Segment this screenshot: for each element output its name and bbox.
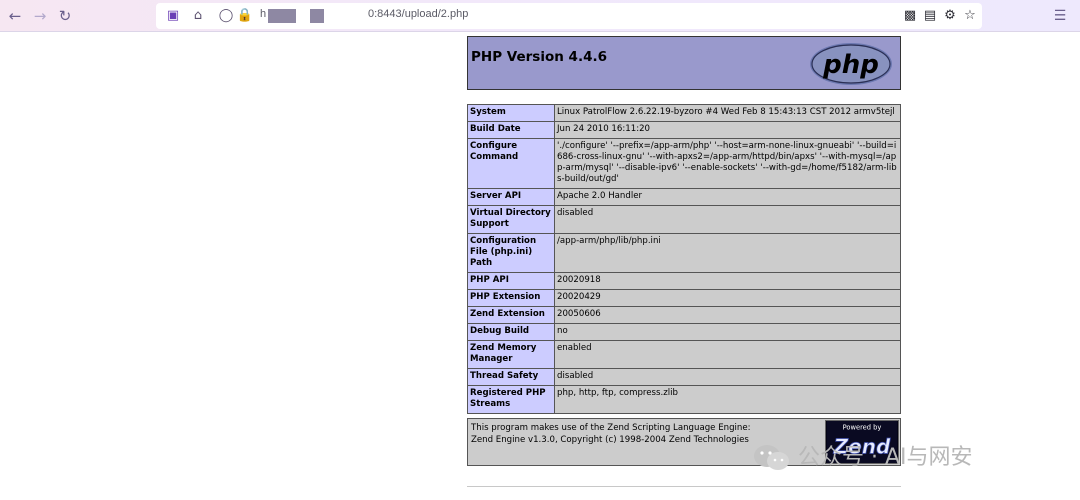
watermark: 公众号 · AI与网安 <box>752 440 973 476</box>
table-row: Configure Command './configure' '--prefi… <box>467 138 901 189</box>
address-bar[interactable]: ▣ ⌂ ◯ 🔒 h 0:8443/upload/2.php ▩ ▤ ⚙ ☆ <box>156 3 982 29</box>
table-row: System Linux PatrolFlow 2.6.22.19-byzoro… <box>467 104 901 122</box>
zend-engine-line2: Zend Engine v1.3.0, Copyright (c) 1998-2… <box>471 435 749 445</box>
row-value: 20050606 <box>554 306 901 324</box>
table-row: Registered PHP Streams php, http, ftp, c… <box>467 385 901 414</box>
table-row: Build Date Jun 24 2010 16:11:20 <box>467 121 901 139</box>
url-prefix: h <box>260 8 267 20</box>
row-value: Linux PatrolFlow 2.6.22.19-byzoro #4 Wed… <box>554 104 901 122</box>
php-logo-text: php <box>822 50 879 80</box>
forward-arrow-icon[interactable]: → <box>31 7 49 25</box>
watermark-text: 公众号 · AI与网安 <box>798 445 973 470</box>
row-value: disabled <box>554 205 901 234</box>
table-row: Virtual Directory Support disabled <box>467 205 901 234</box>
row-label: Configure Command <box>467 138 555 189</box>
row-label: Build Date <box>467 121 555 139</box>
row-value: './configure' '--prefix=/app-arm/php' '-… <box>554 138 901 189</box>
row-label: Zend Memory Manager <box>467 340 555 369</box>
php-version-header: PHP Version 4.4.6 php <box>467 36 901 90</box>
php-version-title: PHP Version 4.4.6 <box>471 49 607 65</box>
tracking-shield-icon[interactable]: ◯ <box>217 7 235 25</box>
redaction-mask <box>310 9 324 23</box>
row-label: Zend Extension <box>467 306 555 324</box>
qr-code-icon[interactable]: ▩ <box>901 7 919 25</box>
redaction-mask <box>268 9 296 23</box>
row-label: Thread Safety <box>467 368 555 386</box>
reader-mode-icon[interactable]: ▤ <box>921 7 939 25</box>
row-label: PHP API <box>467 272 555 290</box>
extensions-icon[interactable]: ☰ <box>1050 7 1070 25</box>
row-value: php, http, ftp, compress.zlib <box>554 385 901 414</box>
row-label: Server API <box>467 188 555 206</box>
row-value: /app-arm/php/lib/php.ini <box>554 233 901 273</box>
divider <box>467 486 901 487</box>
row-label: Debug Build <box>467 323 555 341</box>
zend-engine-line1: This program makes use of the Zend Scrip… <box>471 423 751 433</box>
table-row: Zend Extension 20050606 <box>467 306 901 324</box>
php-logo: php <box>810 43 892 85</box>
table-row: Debug Build no <box>467 323 901 341</box>
row-label: System <box>467 104 555 122</box>
extension-gear-icon[interactable]: ⚙ <box>941 7 959 25</box>
row-label: Configuration File (php.ini) Path <box>467 233 555 273</box>
table-row: PHP Extension 20020429 <box>467 289 901 307</box>
row-value: Jun 24 2010 16:11:20 <box>554 121 901 139</box>
browser-toolbar: ← → ↻ ▣ ⌂ ◯ 🔒 h 0:8443/upload/2.php ▩ ▤ … <box>0 0 1080 32</box>
row-label: Virtual Directory Support <box>467 205 555 234</box>
row-label: Registered PHP Streams <box>467 385 555 414</box>
back-arrow-icon[interactable]: ← <box>6 7 24 25</box>
url-path: 0:8443/upload/2.php <box>368 8 469 20</box>
reader-view-icon[interactable]: ▣ <box>164 7 182 25</box>
php-info-table: System Linux PatrolFlow 2.6.22.19-byzoro… <box>467 104 901 414</box>
bookmark-star-icon[interactable]: ☆ <box>961 7 979 25</box>
row-value: enabled <box>554 340 901 369</box>
table-row: Configuration File (php.ini) Path /app-a… <box>467 233 901 273</box>
table-row: Thread Safety disabled <box>467 368 901 386</box>
wechat-icon <box>752 442 792 474</box>
row-label: PHP Extension <box>467 289 555 307</box>
table-row: Server API Apache 2.0 Handler <box>467 188 901 206</box>
zend-logo-powered-by: Powered by <box>843 424 882 432</box>
row-value: 20020429 <box>554 289 901 307</box>
row-value: Apache 2.0 Handler <box>554 188 901 206</box>
row-value: no <box>554 323 901 341</box>
table-row: Zend Memory Manager enabled <box>467 340 901 369</box>
table-row: PHP API 20020918 <box>467 272 901 290</box>
home-icon[interactable]: ⌂ <box>189 7 207 25</box>
reload-icon[interactable]: ↻ <box>56 7 74 25</box>
lock-icon[interactable]: 🔒 <box>236 7 254 25</box>
row-value: disabled <box>554 368 901 386</box>
row-value: 20020918 <box>554 272 901 290</box>
